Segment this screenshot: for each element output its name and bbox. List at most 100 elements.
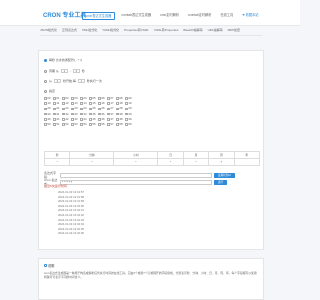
checkbox-box[interactable] bbox=[80, 107, 83, 111]
second-checkbox[interactable]: 54 bbox=[80, 122, 89, 126]
subnav-json[interactable]: JSON格式化 bbox=[40, 28, 57, 32]
cycle-from-input[interactable]: 1 bbox=[60, 69, 68, 73]
specify-radio[interactable] bbox=[44, 89, 47, 93]
checkbox-box[interactable] bbox=[89, 117, 92, 121]
subnav-md5[interactable]: MD5加密 bbox=[228, 28, 240, 32]
checkbox-box[interactable] bbox=[62, 123, 65, 126]
checkbox-box[interactable] bbox=[107, 107, 110, 111]
tab-cron-parse[interactable]: cron定时解析 bbox=[157, 12, 182, 20]
tab-crontab-generator[interactable]: crontab表达式生成器 bbox=[118, 12, 154, 20]
checkbox-box[interactable] bbox=[62, 107, 65, 111]
second-checkbox[interactable]: 42 bbox=[62, 117, 71, 121]
checkbox-box[interactable] bbox=[44, 123, 47, 126]
option-start[interactable]: 从 0 秒开始,每 1 秒执行一次 bbox=[44, 79, 102, 83]
second-checkbox[interactable]: 32 bbox=[62, 112, 71, 116]
second-checkbox[interactable]: 48 bbox=[116, 117, 125, 121]
checkbox-box[interactable] bbox=[116, 107, 119, 111]
second-checkbox[interactable]: 56 bbox=[98, 122, 107, 126]
second-checkbox[interactable]: 33 bbox=[71, 112, 80, 116]
checkbox-box[interactable] bbox=[107, 117, 110, 121]
checkbox-box[interactable] bbox=[116, 97, 119, 100]
checkbox-box[interactable] bbox=[62, 112, 65, 116]
checkbox-box[interactable] bbox=[98, 107, 101, 111]
second-checkbox[interactable]: 15 bbox=[89, 102, 98, 105]
second-checkbox[interactable]: 17 bbox=[107, 102, 116, 105]
second-checkbox[interactable]: 00 bbox=[44, 97, 53, 100]
field-value[interactable]: * bbox=[113, 158, 159, 166]
second-checkbox[interactable]: 52 bbox=[62, 122, 71, 126]
checkbox-box[interactable] bbox=[71, 102, 74, 105]
checkbox-box[interactable] bbox=[98, 117, 101, 121]
checkbox-box[interactable] bbox=[116, 117, 119, 121]
second-checkbox[interactable]: 59 bbox=[125, 122, 134, 126]
option-every[interactable]: 每秒 允许的通配符[, - * /] bbox=[44, 58, 82, 62]
checkbox-box[interactable] bbox=[125, 123, 128, 126]
second-checkbox[interactable]: 49 bbox=[125, 117, 134, 121]
tab-bookmark[interactable]: ❤ 收藏本站 bbox=[239, 12, 261, 20]
subnav-regex[interactable]: 正则表达式 bbox=[62, 28, 77, 32]
checkbox-box[interactable] bbox=[125, 117, 128, 121]
checkbox-box[interactable] bbox=[71, 97, 74, 100]
second-checkbox[interactable]: 12 bbox=[62, 102, 71, 105]
checkbox-box[interactable] bbox=[71, 112, 74, 116]
second-checkbox[interactable]: 34 bbox=[80, 112, 89, 116]
checkbox-box[interactable] bbox=[125, 97, 128, 100]
checkbox-box[interactable] bbox=[62, 102, 65, 105]
checkbox-box[interactable] bbox=[53, 123, 56, 126]
second-checkbox[interactable]: 05 bbox=[89, 97, 98, 100]
checkbox-box[interactable] bbox=[71, 123, 74, 126]
second-checkbox[interactable]: 50 bbox=[44, 122, 53, 126]
checkbox-box[interactable] bbox=[44, 107, 47, 111]
checkbox-box[interactable] bbox=[98, 97, 101, 100]
second-checkbox[interactable]: 26 bbox=[98, 107, 107, 111]
subnav-xml[interactable]: XML格式化 bbox=[82, 28, 97, 32]
second-checkbox[interactable]: 23 bbox=[71, 107, 80, 111]
checkbox-box[interactable] bbox=[62, 97, 65, 100]
checkbox-box[interactable] bbox=[89, 102, 92, 105]
checkbox-box[interactable] bbox=[89, 107, 92, 111]
checkbox-box[interactable] bbox=[62, 117, 65, 121]
checkbox-box[interactable] bbox=[44, 112, 47, 116]
checkbox-box[interactable] bbox=[116, 123, 119, 126]
checkbox-box[interactable] bbox=[89, 97, 92, 100]
second-checkbox[interactable]: 51 bbox=[53, 122, 62, 126]
field-value[interactable] bbox=[233, 158, 261, 166]
subnav-base64[interactable]: Base64编解码 bbox=[183, 28, 202, 32]
checkbox-box[interactable] bbox=[80, 117, 83, 121]
second-checkbox[interactable]: 30 bbox=[44, 112, 53, 116]
expression-field-input[interactable] bbox=[60, 172, 212, 178]
second-checkbox[interactable]: 55 bbox=[89, 122, 98, 126]
second-checkbox[interactable]: 47 bbox=[107, 117, 116, 121]
checkbox-box[interactable] bbox=[98, 102, 101, 105]
second-checkbox[interactable]: 31 bbox=[53, 112, 62, 116]
second-checkbox[interactable]: 41 bbox=[53, 117, 62, 121]
second-checkbox[interactable]: 45 bbox=[89, 117, 98, 121]
checkbox-box[interactable] bbox=[80, 97, 83, 100]
checkbox-box[interactable] bbox=[53, 102, 56, 105]
tab-online-tools[interactable]: 在线工具 bbox=[217, 12, 236, 20]
checkbox-box[interactable] bbox=[125, 102, 128, 105]
second-checkbox[interactable]: 38 bbox=[116, 112, 125, 116]
field-value[interactable]: ? bbox=[208, 158, 235, 166]
second-checkbox[interactable]: 35 bbox=[89, 112, 98, 116]
second-checkbox[interactable]: 18 bbox=[116, 102, 125, 105]
checkbox-box[interactable] bbox=[53, 112, 56, 116]
run-button[interactable]: 运行 bbox=[214, 179, 228, 185]
second-checkbox[interactable]: 29 bbox=[125, 107, 134, 111]
checkbox-box[interactable] bbox=[53, 97, 56, 100]
checkbox-box[interactable] bbox=[80, 123, 83, 126]
checkbox-box[interactable] bbox=[80, 102, 83, 105]
second-checkbox[interactable]: 16 bbox=[98, 102, 107, 105]
second-checkbox[interactable]: 36 bbox=[98, 112, 107, 116]
second-checkbox[interactable]: 58 bbox=[116, 122, 125, 126]
checkbox-box[interactable] bbox=[125, 107, 128, 111]
subnav-url[interactable]: URL编解码 bbox=[208, 28, 223, 32]
checkbox-box[interactable] bbox=[53, 107, 56, 111]
checkbox-box[interactable] bbox=[44, 97, 47, 100]
second-checkbox[interactable]: 07 bbox=[107, 97, 116, 100]
tab-crontab-parse[interactable]: crontab定时解析 bbox=[185, 12, 214, 20]
second-checkbox[interactable]: 04 bbox=[80, 97, 89, 100]
checkbox-box[interactable] bbox=[80, 112, 83, 116]
start-radio[interactable] bbox=[44, 79, 47, 83]
every-radio[interactable] bbox=[44, 58, 47, 62]
